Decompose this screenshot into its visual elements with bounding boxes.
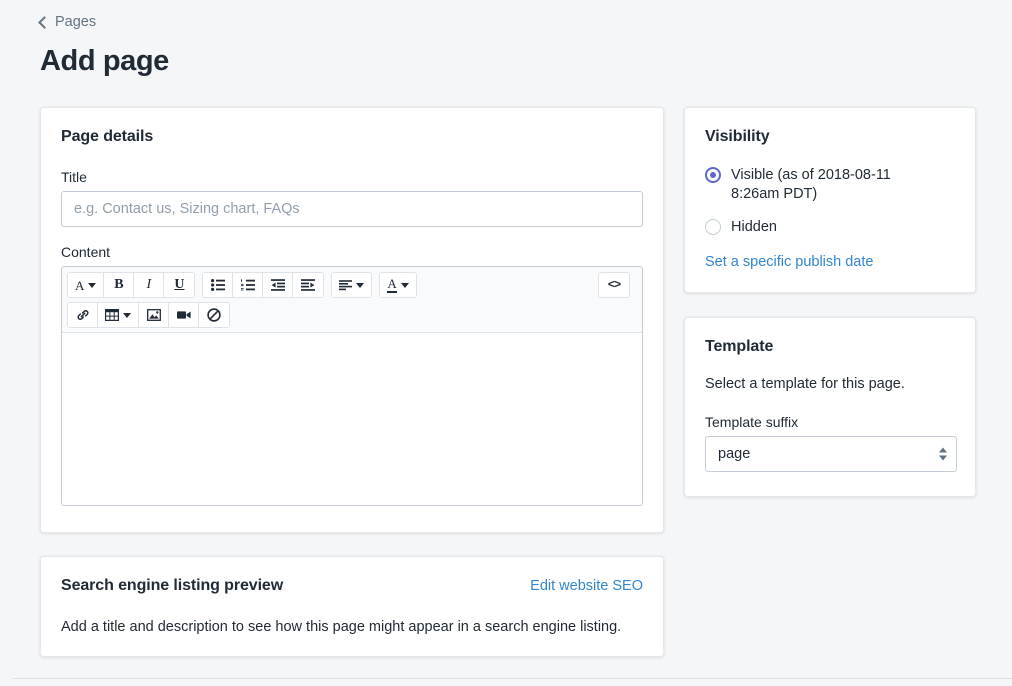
italic-button[interactable]: I [134, 273, 164, 297]
insert-table-button[interactable] [98, 303, 139, 327]
chevron-down-icon [401, 283, 409, 288]
footer-divider [12, 678, 1012, 679]
toolbar-group-insert [67, 302, 230, 328]
page-details-card: Page details Title Content A [40, 107, 664, 533]
editor-content-area[interactable] [62, 333, 642, 505]
toolbar-group-align [331, 272, 372, 298]
text-color-icon: A [387, 278, 396, 293]
outdent-icon [271, 279, 285, 291]
numbered-list-button[interactable] [233, 273, 263, 297]
content-field-group: Content A B [61, 243, 643, 506]
numbered-list-icon [241, 279, 255, 291]
radio-visible[interactable] [705, 167, 721, 183]
title-input[interactable] [61, 191, 643, 227]
template-card-title: Template [705, 338, 955, 356]
format-font-button[interactable]: A [68, 273, 104, 297]
radio-hidden[interactable] [705, 219, 721, 235]
rich-text-editor: A B I U [61, 266, 643, 506]
bulleted-list-button[interactable] [203, 273, 233, 297]
template-suffix-select-wrapper: page [705, 436, 957, 472]
breadcrumb-label: Pages [55, 15, 96, 30]
insert-image-button[interactable] [139, 303, 169, 327]
insert-video-button[interactable] [169, 303, 199, 327]
editor-toolbar: A B I U [62, 267, 642, 333]
visibility-card-title: Visibility [705, 128, 955, 146]
video-icon [177, 310, 191, 320]
underline-button[interactable]: U [164, 273, 194, 297]
text-color-button[interactable]: A [380, 273, 415, 297]
chevron-down-icon [356, 283, 364, 288]
code-icon: <> [608, 279, 620, 291]
italic-icon: I [147, 278, 152, 292]
insert-link-button[interactable] [68, 303, 98, 327]
seo-preview-card: Search engine listing preview Edit websi… [40, 556, 664, 657]
chevron-left-icon [38, 16, 51, 29]
page-details-card-title: Page details [61, 128, 643, 146]
template-card: Template Select a template for this page… [684, 317, 976, 497]
bulleted-list-icon [211, 279, 225, 291]
toolbar-group-text-style: A B I U [67, 272, 195, 298]
editor-toolbar-row-1: A B I U [67, 272, 637, 298]
bold-button[interactable]: B [104, 273, 134, 297]
table-icon [105, 309, 119, 321]
image-icon [147, 309, 161, 321]
underline-icon: U [174, 278, 184, 292]
chevron-down-icon [88, 283, 96, 288]
template-suffix-select[interactable]: page [705, 436, 957, 472]
page-title: Add page [40, 44, 169, 78]
visibility-option-visible[interactable]: Visible (as of 2018-08-11 8:26am PDT) [705, 166, 955, 204]
visibility-card: Visibility Visible (as of 2018-08-11 8:2… [684, 107, 976, 293]
indent-button[interactable] [293, 273, 323, 297]
seo-card-header: Search engine listing preview Edit websi… [61, 577, 643, 595]
add-page-screen: Pages Add page Page details Title Conten… [0, 0, 1012, 686]
seo-card-title: Search engine listing preview [61, 577, 283, 595]
font-icon: A [75, 279, 84, 292]
link-icon [76, 308, 90, 322]
toolbar-group-html: <> [598, 272, 630, 298]
title-field-group: Title [61, 168, 643, 227]
outdent-button[interactable] [263, 273, 293, 297]
title-field-label: Title [61, 168, 643, 186]
seo-empty-description: Add a title and description to see how t… [61, 617, 643, 637]
radio-hidden-label: Hidden [731, 218, 777, 237]
align-button[interactable] [332, 273, 371, 297]
bold-icon: B [114, 278, 123, 292]
align-left-icon [339, 280, 352, 291]
breadcrumb-pages[interactable]: Pages [40, 15, 96, 30]
edit-website-seo-link[interactable]: Edit website SEO [530, 578, 643, 594]
template-description: Select a template for this page. [705, 375, 955, 394]
editor-toolbar-row-2 [67, 302, 637, 328]
toolbar-group-lists [202, 272, 324, 298]
set-publish-date-link[interactable]: Set a specific publish date [705, 254, 873, 270]
template-suffix-label: Template suffix [705, 413, 955, 431]
visibility-option-hidden[interactable]: Hidden [705, 218, 955, 237]
show-html-button[interactable]: <> [599, 273, 629, 297]
chevron-down-icon [123, 313, 131, 318]
clear-formatting-button[interactable] [199, 303, 229, 327]
content-field-label: Content [61, 243, 643, 261]
no-formatting-icon [207, 308, 221, 322]
toolbar-group-color: A [379, 272, 416, 298]
radio-visible-label: Visible (as of 2018-08-11 8:26am PDT) [731, 166, 936, 204]
indent-icon [301, 279, 315, 291]
